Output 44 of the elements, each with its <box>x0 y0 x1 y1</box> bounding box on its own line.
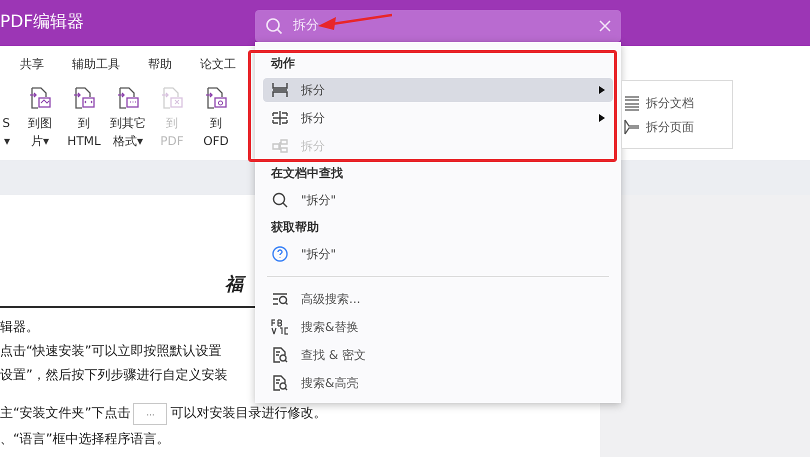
submenu-arrow-icon <box>599 114 605 122</box>
menu-item[interactable]: 搜索&高亮 <box>263 369 613 397</box>
submenu-item[interactable]: 拆分页面 <box>624 118 730 136</box>
menu-item[interactable]: 拆分 <box>263 106 613 130</box>
window-title: PDF编辑器 <box>0 11 84 34</box>
menu-item[interactable]: 拆分 <box>263 78 613 102</box>
menu-item[interactable]: 高级搜索... <box>263 285 613 313</box>
split-document-icon <box>624 94 640 110</box>
split-icon <box>271 81 289 99</box>
document-text: 、“语言”框中选择程序语言。 <box>0 431 170 449</box>
ribbon-tab[interactable]: 帮助 <box>148 55 172 73</box>
ribbon-tab[interactable]: 论文工 <box>200 55 236 73</box>
convert-button[interactable]: 到 OFD <box>196 86 236 150</box>
section-header: 动作 <box>270 55 296 72</box>
submenu-item[interactable]: 拆分文档 <box>624 94 730 112</box>
document-text: 点击“快速安装”可以立即按照默认设置 <box>0 343 222 361</box>
split-grid-icon <box>271 109 289 127</box>
menu-item[interactable]: 查找 & 密文 <box>263 341 613 369</box>
document-text: 辑器。 <box>0 319 39 337</box>
submenu-arrow-icon <box>599 86 605 94</box>
menu-item[interactable]: "拆分" <box>263 242 613 266</box>
ribbon-tab[interactable]: 共享 <box>20 55 44 73</box>
replace-icon <box>271 318 289 336</box>
menu-item[interactable]: 搜索&替换 <box>263 313 613 341</box>
convert-button[interactable]: 到图 片▾ <box>20 86 60 150</box>
section-header: 在文档中查找 <box>270 165 344 182</box>
search-icon <box>271 191 289 209</box>
help-icon <box>271 245 289 263</box>
document-text: 可以对安装目录进行修改。 <box>170 405 326 423</box>
search-icon <box>265 17 283 35</box>
close-icon[interactable] <box>599 20 611 32</box>
ribbon-tab[interactable]: 辅助工具 <box>72 55 120 73</box>
split-tree-icon <box>271 137 289 155</box>
menu-item[interactable]: "拆分" <box>263 188 613 212</box>
convert-button[interactable]: 到其它 格式▾ <box>108 86 148 150</box>
document-text: 主“安装文件夹”下点击 <box>0 405 130 423</box>
section-header: 获取帮助 <box>270 219 320 236</box>
convert-button[interactable]: 到 HTML <box>64 86 104 150</box>
document-text: 设置”，然后按下列步骤进行自定义安装 <box>0 367 228 385</box>
search-value: 拆分 <box>293 17 319 36</box>
split-page-icon <box>624 118 640 134</box>
document-search-icon <box>271 346 289 364</box>
document-search-icon <box>271 374 289 392</box>
convert-button[interactable]: S ▾ <box>0 86 10 150</box>
